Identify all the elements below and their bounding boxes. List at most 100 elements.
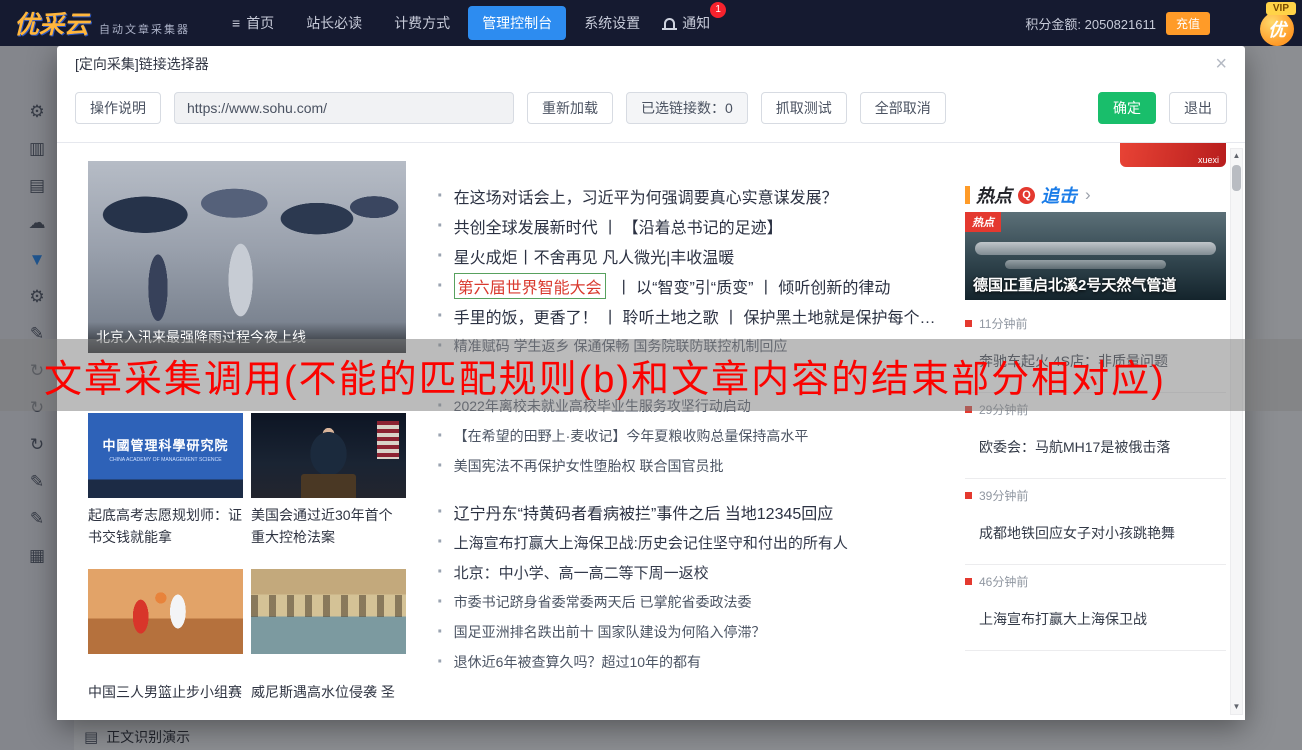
headline-text: 上海宣布打赢大上海保卫战:历史会记住坚守和付出的所有人 — [454, 532, 848, 553]
cancel-all-button[interactable]: 全部取消 — [860, 92, 946, 124]
hot-news-title: 上海宣布打赢大上海保卫战 — [979, 609, 1226, 629]
headline-text: 手里的饭，更香了！ 丨 聆听土地之歌 丨 保护黑土地就是保护每个… — [454, 304, 936, 328]
headline-link[interactable]: 精准赋码 学生返乡 保通保畅 国务院联防联控机制回应 — [437, 331, 945, 361]
headline-text: 丨 以“智变”引“质变” 丨 倾听创新的律动 — [616, 274, 891, 298]
embedded-webpage: xuexi 北京入汛来最强降雨过程今夜上线 中國管理科學研究院 CHINA AC… — [57, 142, 1245, 720]
accent-bar — [965, 186, 970, 204]
top-nav: 优采云 自动文章采集器 ≡ 首页 站长必读 计费方式 — [0, 0, 1302, 46]
headline-link[interactable]: 辽宁丹东“持黄码者看病被拦”事件之后 当地12345回应 — [437, 497, 945, 527]
red-square-bullet-icon — [965, 320, 972, 327]
headline-link[interactable]: 2022年离校未就业高校毕业生服务攻坚行动启动 — [437, 391, 945, 421]
hot-title: 热点 — [976, 182, 1012, 208]
modal-toolbar: 操作说明 重新加载 已选链接数：0 抓取测试 全部取消 确定 退出 — [57, 82, 1245, 138]
photo-president-podium[interactable] — [251, 413, 406, 498]
nav-menu-item[interactable]: 计费方式 — [380, 6, 464, 40]
hot-news-title: 成都地铁回应女子对小孩跳艳舞 — [979, 523, 1226, 543]
headline-highlight-box: 第六届世界智能大会 — [454, 273, 606, 299]
headline-text: 【在希望的田野上·麦收记】今年夏粮收购总量保持高水平 — [454, 426, 809, 446]
app-logo[interactable]: 优采云 自动文章采集器 — [14, 5, 190, 41]
hot-feature-caption: 德国正重启北溪2号天然气管道 — [973, 274, 1220, 295]
headline-text: 2022年离校未就业高校毕业生服务攻坚行动启动 — [454, 396, 751, 416]
confirm-button[interactable]: 确定 — [1098, 92, 1156, 124]
photo-venice-flood[interactable] — [251, 569, 406, 654]
notice-label: 通知 — [682, 13, 710, 33]
reload-button[interactable]: 重新加载 — [527, 92, 613, 124]
modal-title: [定向采集]链接选择器 — [75, 54, 209, 74]
nav-menu-item[interactable]: 系统设置 — [570, 6, 654, 40]
headline-link[interactable]: 星火成炬丨不舍再见 凡人微光|丰收温暖 — [437, 241, 945, 271]
hot-feature-card[interactable]: 热点 德国正重启北溪2号天然气管道 — [965, 212, 1226, 300]
nav-menu-label: 管理控制台 — [482, 13, 552, 33]
photo-caption-link[interactable]: 美国会通过近30年首个重大控枪法案 — [251, 504, 406, 548]
nav-menu-item[interactable]: ≡ 首页 — [218, 6, 288, 40]
hot-tag: 热点 — [965, 212, 1001, 232]
photo-basketball[interactable] — [88, 569, 243, 654]
headline-text: 北京：中小学、高一高二等下周一返校 — [454, 562, 709, 583]
photo-caption: 北京入汛来最强降雨过程今夜上线 — [88, 322, 406, 353]
headline-text: 精准赋码 学生返乡 保通保畅 国务院联防联控机制回应 — [454, 336, 788, 356]
headline-text: 市委书记跻身省委常委两天后 已掌舵省委政法委 — [454, 592, 752, 612]
scroll-up-icon[interactable]: ▲ — [1233, 149, 1241, 163]
nav-right-cluster: 积分金额: 2050821611 充值 — [1025, 12, 1210, 35]
caption-row-2: 起底高考志愿规划师：证书交钱就能拿 美国会通过近30年首个重大控枪法案 — [88, 504, 406, 548]
url-input[interactable] — [174, 92, 514, 124]
headline-text: 美国宪法不再保护女性堕胎权 联合国官员批 — [454, 456, 724, 476]
scrollbar-thumb[interactable] — [1232, 165, 1241, 191]
grab-test-button[interactable]: 抓取测试 — [761, 92, 847, 124]
photo-caption-link[interactable]: 起底高考志愿规划师：证书交钱就能拿 — [88, 504, 243, 548]
nav-menu-label: 站长必读 — [306, 13, 362, 33]
nav-menu-label: 计费方式 — [394, 13, 450, 33]
hot-news-item[interactable]: 46分钟前 上海宣布打赢大上海保卫战 — [965, 565, 1226, 651]
caption-row-3: 中国三人男篮止步小组赛 威尼斯遇高水位侵袭 圣 — [88, 681, 406, 703]
promo-banner[interactable]: xuexi — [1120, 143, 1226, 167]
photo-caption-link[interactable]: 中国三人男篮止步小组赛 — [88, 681, 243, 703]
headline-link[interactable]: 第六届世界智能大会 丨 以“智变”引“质变” 丨 倾听创新的律动 — [437, 271, 945, 301]
hot-news-time: 29分钟前 — [979, 401, 1028, 418]
recharge-button[interactable]: 充值 — [1166, 12, 1210, 35]
headline-text: 在这场对话会上，习近平为何强调要真心实意谋发展？ — [454, 184, 838, 208]
vertical-scrollbar[interactable]: ▲ ▼ — [1230, 148, 1243, 715]
nav-menu: ≡ 首页 站长必读 计费方式 管理控制台 — [218, 6, 654, 40]
headline-link[interactable]: 【在希望的田野上·麦收记】今年夏粮收购总量保持高水平 — [437, 421, 945, 451]
headline-link[interactable]: 退休近6年被查算久吗？超过10年的都有 — [437, 647, 945, 677]
headline-link[interactable]: 市委书记跻身省委常委两天后 已掌舵省委政法委 — [437, 587, 945, 617]
notifications-button[interactable]: 通知 1 — [654, 6, 720, 40]
hot-news-time: 39分钟前 — [979, 487, 1028, 504]
hot-news-item[interactable]: 29分钟前 欧委会：马航MH17是被俄击落 — [965, 393, 1226, 479]
headline-link[interactable]: 上海宣布打赢大上海保卫战:历史会记住坚守和付出的所有人 — [437, 527, 945, 557]
hot-news-meta: 29分钟前 — [965, 401, 1226, 417]
nav-menu-item[interactable]: 管理控制台 — [468, 6, 566, 40]
headline-link[interactable]: 国足亚洲排名跌出前十 国家队建设为何陷入停滞？ — [437, 617, 945, 647]
photo-academy-sign[interactable]: 中國管理科學研究院 CHINA ACADEMY OF MANAGEMENT SC… — [88, 413, 243, 498]
headline-link[interactable]: 北京：中小学、高一高二等下周一返校 — [437, 557, 945, 587]
account-logo[interactable]: 优 — [1260, 12, 1294, 46]
sign-subtitle: CHINA ACADEMY OF MANAGEMENT SCIENCE — [100, 457, 232, 462]
hot-topics-column: 热点 Q 追击 › 热点 德国正重启北溪2号天然气管道 11分钟前 — [965, 184, 1226, 651]
photo-caption-link[interactable]: 威尼斯遇高水位侵袭 圣 — [251, 681, 406, 703]
red-square-bullet-icon — [965, 578, 972, 585]
menu-icon: ≡ — [232, 15, 240, 31]
nav-menu-label: 系统设置 — [584, 13, 640, 33]
headline-link[interactable]: 美国宪法不再保护女性堕胎权 联合国官员批 — [437, 451, 945, 481]
screen: 优采云 自动文章采集器 ≡ 首页 站长必读 计费方式 — [0, 0, 1302, 750]
photo-rainstorm[interactable]: 北京入汛来最强降雨过程今夜上线 — [88, 161, 406, 353]
hot-topics-header[interactable]: 热点 Q 追击 › — [965, 184, 1226, 206]
headline-link[interactable]: 手里的饭，更香了！ 丨 聆听土地之歌 丨 保护黑土地就是保护每个… — [437, 301, 945, 331]
scroll-down-icon[interactable]: ▼ — [1233, 700, 1241, 714]
headline-text: 星火成炬丨不舍再见 凡人微光|丰收温暖 — [454, 244, 735, 268]
logo-text: 优采云 — [14, 5, 89, 41]
chase-title: 追击 — [1041, 182, 1077, 208]
sign-title: 中國管理科學研究院 — [88, 435, 243, 454]
hot-news-item[interactable]: 39分钟前 成都地铁回应女子对小孩跳艳舞 — [965, 479, 1226, 565]
hot-news-item[interactable]: 11分钟前 奔驰车起火 4S店：非质量问题 — [965, 307, 1226, 393]
nav-menu-item[interactable]: 站长必读 — [292, 6, 376, 40]
headline-link[interactable]: 共创全球发展新时代 丨 【沿着总书记的足迹】 — [437, 211, 945, 241]
chevron-right-icon: › — [1085, 185, 1091, 205]
link-selector-modal: [定向采集]链接选择器 × 操作说明 重新加载 已选链接数：0 抓取测试 全部取… — [57, 46, 1245, 720]
exit-button[interactable]: 退出 — [1169, 92, 1227, 124]
close-icon[interactable]: × — [1215, 54, 1227, 74]
bell-icon — [664, 18, 675, 28]
hot-news-meta: 11分钟前 — [965, 315, 1226, 331]
help-button[interactable]: 操作说明 — [75, 92, 161, 124]
headline-link[interactable]: 在这场对话会上，习近平为何强调要真心实意谋发展？ — [437, 181, 945, 211]
